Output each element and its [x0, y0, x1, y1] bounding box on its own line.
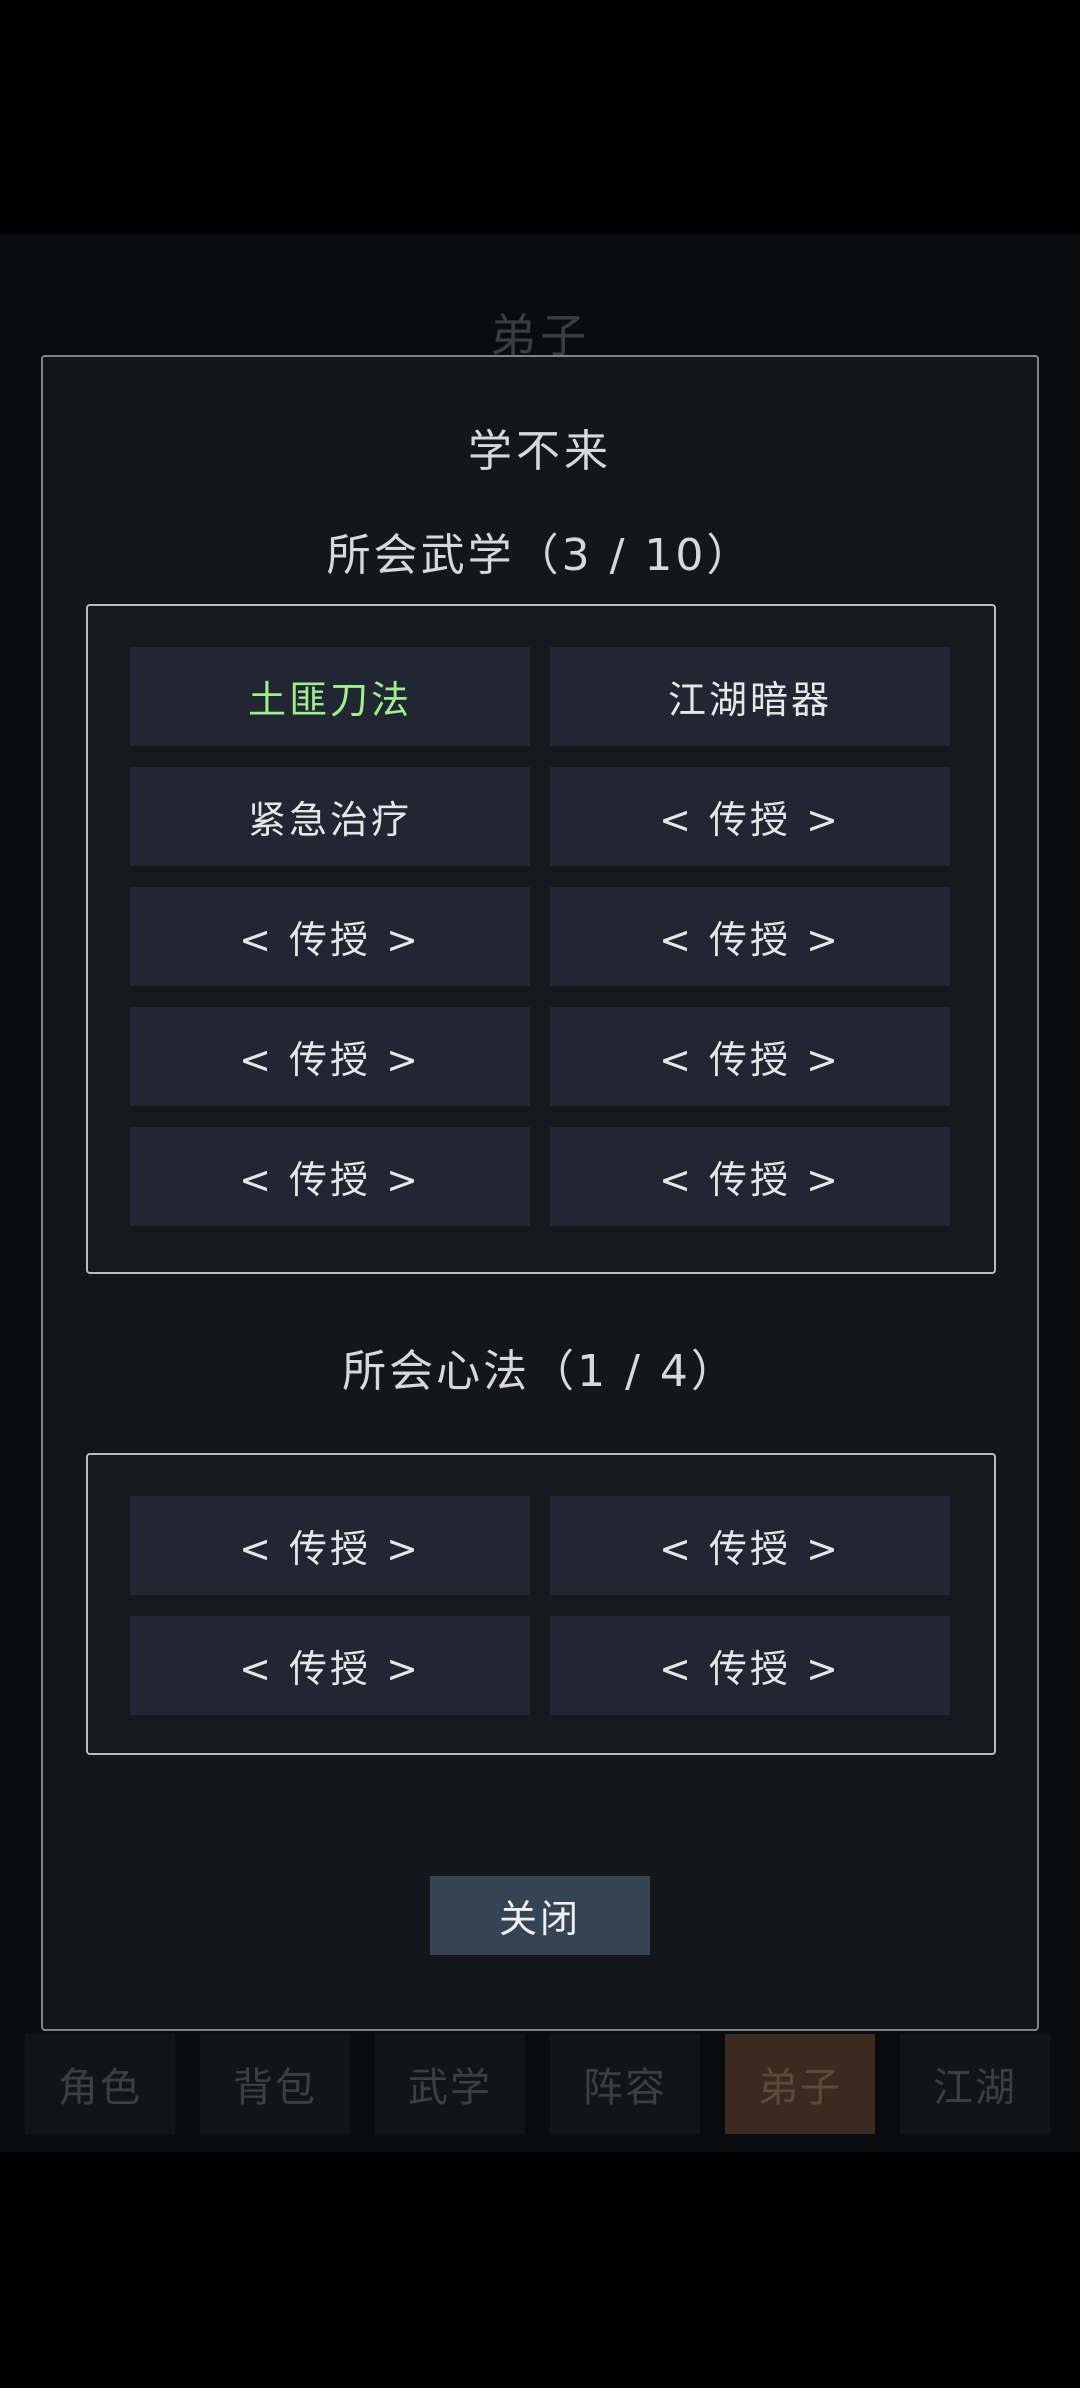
bottom-nav: 角色 背包 武学 阵容 弟子 江湖: [0, 2034, 1080, 2134]
app-screen: 弟子 角色 背包 武学 阵容 弟子 江湖 学不来 所会武学（3 / 10） 土匪…: [0, 0, 1080, 2388]
teach-slot[interactable]: < 传授 >: [550, 1007, 950, 1106]
teach-slot[interactable]: < 传授 >: [130, 1616, 530, 1715]
teach-slot[interactable]: < 传授 >: [550, 887, 950, 986]
martial-slot[interactable]: 江湖暗器: [550, 647, 950, 746]
disciple-dialog: 学不来 所会武学（3 / 10） 土匪刀法 江湖暗器 紧急治疗 < 传授 > <…: [41, 355, 1039, 2031]
teach-slot[interactable]: < 传授 >: [550, 767, 950, 866]
nav-tab-character[interactable]: 角色: [25, 2034, 175, 2134]
teach-slot[interactable]: < 传授 >: [130, 1127, 530, 1226]
mind-skills-panel: < 传授 > < 传授 > < 传授 > < 传授 >: [86, 1453, 996, 1755]
mind-section-title: 所会心法（1 / 4）: [342, 1346, 738, 1397]
martial-slot[interactable]: 紧急治疗: [130, 767, 530, 866]
martial-slot[interactable]: 土匪刀法: [130, 647, 530, 746]
dialog-title: 学不来: [468, 426, 612, 477]
nav-tab-jianghu[interactable]: 江湖: [900, 2034, 1050, 2134]
teach-slot[interactable]: < 传授 >: [130, 1007, 530, 1106]
teach-slot[interactable]: < 传授 >: [130, 1496, 530, 1595]
martial-section-title: 所会武学（3 / 10）: [326, 530, 754, 581]
teach-slot[interactable]: < 传授 >: [130, 887, 530, 986]
close-button[interactable]: 关闭: [430, 1876, 650, 1955]
teach-slot[interactable]: < 传授 >: [550, 1496, 950, 1595]
martial-skills-panel: 土匪刀法 江湖暗器 紧急治疗 < 传授 > < 传授 > < 传授 > < 传授…: [86, 604, 996, 1274]
teach-slot[interactable]: < 传授 >: [550, 1616, 950, 1715]
nav-tab-disciple[interactable]: 弟子: [725, 2034, 875, 2134]
nav-tab-martial[interactable]: 武学: [375, 2034, 525, 2134]
nav-tab-lineup[interactable]: 阵容: [550, 2034, 700, 2134]
nav-tab-backpack[interactable]: 背包: [200, 2034, 350, 2134]
teach-slot[interactable]: < 传授 >: [550, 1127, 950, 1226]
